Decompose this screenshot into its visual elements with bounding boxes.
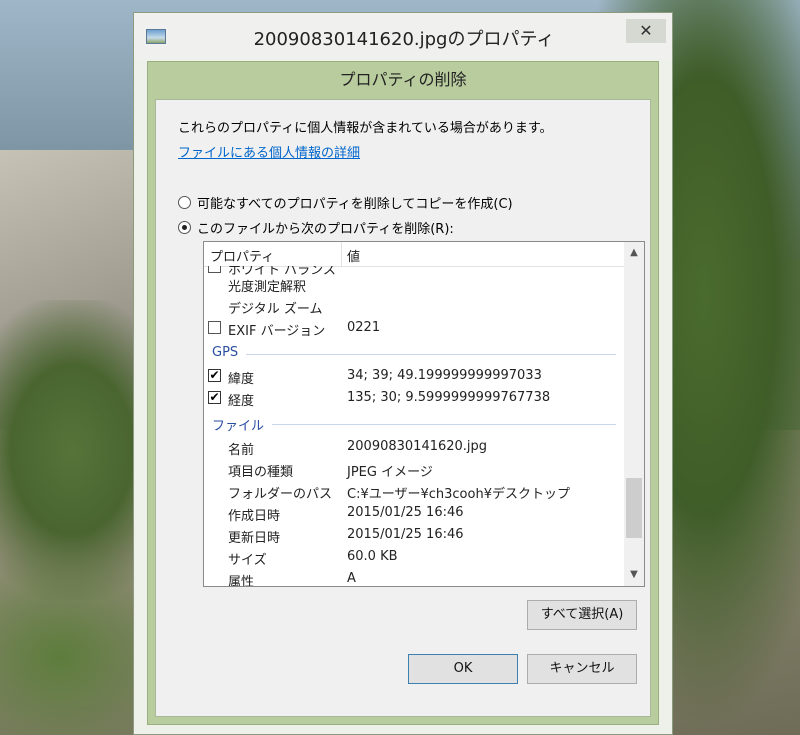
row-value: 20090830141620.jpg: [347, 439, 488, 454]
scroll-thumb[interactable]: [626, 478, 642, 538]
row-name: 属性: [228, 575, 255, 587]
ok-button[interactable]: OK: [408, 654, 518, 684]
remove-properties-frame: プロパティの削除 これらのプロパティに個人情報が含まれている場合があります。 フ…: [147, 61, 659, 725]
row-value: 60.0 KB: [347, 549, 398, 564]
column-header-value[interactable]: 値: [347, 246, 360, 265]
radio-remove-label: このファイルから次のプロパティを削除(R):: [197, 222, 454, 237]
close-button[interactable]: ✕: [626, 19, 666, 43]
scroll-up-icon[interactable]: ▲: [624, 242, 644, 264]
select-all-button[interactable]: すべて選択(A): [527, 600, 637, 630]
title-bar[interactable]: 20090830141620.jpgのプロパティ ✕: [134, 13, 672, 59]
row-name: デジタル ズーム: [228, 302, 323, 317]
radio-remove-from-file[interactable]: このファイルから次のプロパティを削除(R):: [178, 218, 454, 237]
list-item[interactable]: ✔ 緯度 34; 39; 49.199999999997033: [204, 365, 624, 387]
list-item[interactable]: サイズ 60.0 KB: [204, 546, 624, 568]
row-name: 経度: [228, 394, 255, 409]
window-title: 20090830141620.jpgのプロパティ: [253, 29, 555, 50]
property-list[interactable]: プロパティ 値 ホワイト バランス 光度測定解釈 デジタル ズーム EXIF バ…: [203, 241, 645, 587]
list-item[interactable]: 更新日時 2015/01/25 16:46: [204, 524, 624, 546]
radio-create-copy[interactable]: 可能なすべてのプロパティを削除してコピーを作成(C): [178, 193, 513, 212]
list-item[interactable]: デジタル ズーム: [204, 295, 624, 317]
row-name: 更新日時: [228, 531, 281, 546]
radio-copy-circle[interactable]: [178, 196, 191, 209]
row-checkbox[interactable]: [208, 321, 221, 334]
row-name: サイズ: [228, 553, 267, 568]
row-value: 2015/01/25 16:46: [347, 505, 464, 520]
row-value: 34; 39; 49.199999999997033: [347, 368, 542, 383]
close-icon: ✕: [639, 21, 653, 40]
row-name: 作成日時: [228, 509, 281, 524]
group-divider: [272, 424, 616, 425]
row-value: C:¥ユーザー¥ch3cooh¥デスクトップ: [347, 487, 570, 502]
row-name: 緯度: [228, 372, 255, 387]
header-separator[interactable]: [341, 242, 342, 266]
radio-copy-label: 可能なすべてのプロパティを削除してコピーを作成(C): [197, 197, 513, 212]
row-checkbox-checked[interactable]: ✔: [208, 369, 221, 382]
row-value: JPEG イメージ: [347, 465, 433, 480]
list-item[interactable]: 項目の種類 JPEG イメージ: [204, 458, 624, 480]
list-item[interactable]: ✔ 経度 135; 30; 9.5999999999767738: [204, 387, 624, 409]
dialog-header: プロパティの削除: [339, 70, 467, 89]
list-rows: ホワイト バランス 光度測定解釈 デジタル ズーム EXIF バージョン 022…: [204, 266, 624, 587]
dialog-panel: これらのプロパティに個人情報が含まれている場合があります。 ファイルにある個人情…: [155, 99, 651, 717]
vertical-scrollbar[interactable]: ▲ ▼: [624, 242, 644, 586]
row-name: 項目の種類: [228, 465, 294, 480]
list-item[interactable]: 光度測定解釈: [204, 273, 624, 295]
row-name: EXIF バージョン: [228, 324, 326, 339]
row-value: 0221: [347, 320, 381, 335]
row-name: フォルダーのパス: [228, 487, 333, 502]
column-header-property[interactable]: プロパティ: [210, 246, 274, 265]
list-item[interactable]: フォルダーのパス C:¥ユーザー¥ch3cooh¥デスクトップ: [204, 480, 624, 502]
list-header: プロパティ 値: [204, 242, 624, 267]
row-value: 135; 30; 9.5999999999767738: [347, 390, 551, 405]
row-value: A: [347, 571, 356, 586]
group-divider: [246, 354, 616, 355]
row-value: 2015/01/25 16:46: [347, 527, 464, 542]
list-item[interactable]: 作成日時 2015/01/25 16:46: [204, 502, 624, 524]
scroll-down-icon[interactable]: ▼: [624, 564, 644, 586]
group-header-gps: GPS: [212, 345, 239, 360]
cancel-button[interactable]: キャンセル: [527, 654, 637, 684]
row-checkbox[interactable]: [208, 266, 221, 273]
image-file-icon: [146, 29, 166, 44]
row-checkbox-checked[interactable]: ✔: [208, 391, 221, 404]
info-text: これらのプロパティに個人情報が含まれている場合があります。: [178, 121, 553, 136]
list-item[interactable]: EXIF バージョン 0221: [204, 317, 624, 339]
row-name: 名前: [228, 443, 255, 458]
row-name: 光度測定解釈: [228, 280, 307, 295]
list-item[interactable]: 名前 20090830141620.jpg: [204, 436, 624, 458]
details-link[interactable]: ファイルにある個人情報の詳細: [178, 142, 360, 161]
group-header-file: ファイル: [212, 419, 265, 434]
list-item[interactable]: 属性 A: [204, 568, 624, 587]
radio-remove-circle[interactable]: [178, 221, 191, 234]
properties-window: 20090830141620.jpgのプロパティ ✕ プロパティの削除 これらの…: [133, 12, 673, 735]
